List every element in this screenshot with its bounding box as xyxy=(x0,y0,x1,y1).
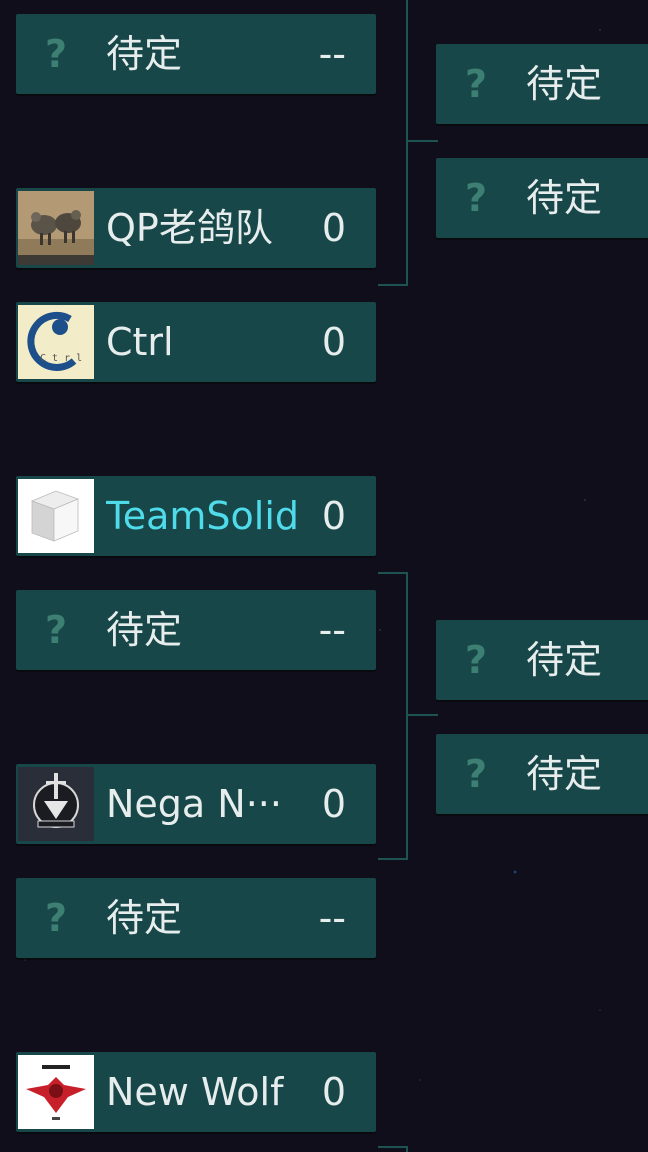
round2-slot-1[interactable]: ? 待定 xyxy=(436,44,648,124)
bracket-connector xyxy=(406,0,408,286)
team-score: 0 xyxy=(321,206,346,250)
team-name: 待定 xyxy=(526,638,603,682)
round2-slot-3[interactable]: ? 待定 xyxy=(436,620,648,700)
team-name: 待定 xyxy=(106,608,183,652)
team-name: Ctrl xyxy=(106,320,174,364)
bracket-connector xyxy=(406,572,408,860)
team-logo-ctrl: C t r l xyxy=(18,305,94,379)
match-slot-qp[interactable]: QP老鸽队 0 xyxy=(16,188,376,268)
match-slot-nega[interactable]: Nega N··· 0 xyxy=(16,764,376,844)
round2-slot-4[interactable]: ? 待定 xyxy=(436,734,648,814)
svg-text:C t r l: C t r l xyxy=(40,353,82,364)
question-icon: ? xyxy=(44,608,68,652)
team-name: Nega N··· xyxy=(106,782,282,826)
team-name: New Wolf xyxy=(106,1070,284,1114)
bracket-connector xyxy=(378,284,408,286)
team-logo-wolf xyxy=(18,1055,94,1129)
team-score: 0 xyxy=(321,320,346,364)
team-name: QP老鸽队 xyxy=(106,206,273,250)
team-score: 0 xyxy=(321,782,346,826)
team-name: 待定 xyxy=(106,32,183,76)
bracket-connector xyxy=(378,858,408,860)
question-icon: ? xyxy=(44,32,68,76)
team-name: 待定 xyxy=(526,176,603,220)
bracket-connector xyxy=(406,1146,408,1152)
bracket-connector xyxy=(406,714,438,716)
bracket-connector xyxy=(378,1146,408,1148)
match-slot-tbd-1[interactable]: ? 待定 -- xyxy=(16,14,376,94)
team-score: -- xyxy=(318,608,346,652)
team-score: -- xyxy=(318,32,346,76)
bracket-connector xyxy=(378,572,408,574)
team-logo-nega xyxy=(18,767,94,841)
round2-slot-2[interactable]: ? 待定 xyxy=(436,158,648,238)
question-icon: ? xyxy=(464,638,488,682)
team-name: 待定 xyxy=(106,896,183,940)
team-name: 待定 xyxy=(526,752,603,796)
team-logo-qp xyxy=(18,191,94,265)
team-score: 0 xyxy=(321,494,346,538)
match-slot-newwolf[interactable]: New Wolf 0 xyxy=(16,1052,376,1132)
question-icon: ? xyxy=(464,176,488,220)
bracket-connector xyxy=(406,140,438,142)
team-name: TeamSolid xyxy=(106,494,300,538)
team-score: 0 xyxy=(321,1070,346,1114)
question-icon: ? xyxy=(464,62,488,106)
match-slot-tbd-3[interactable]: ? 待定 -- xyxy=(16,878,376,958)
match-slot-ctrl[interactable]: C t r l Ctrl 0 xyxy=(16,302,376,382)
team-score: -- xyxy=(318,896,346,940)
question-icon: ? xyxy=(464,752,488,796)
match-slot-tbd-2[interactable]: ? 待定 -- xyxy=(16,590,376,670)
team-name: 待定 xyxy=(526,62,603,106)
team-logo-cube xyxy=(18,479,94,553)
match-slot-teamsolid[interactable]: TeamSolid 0 xyxy=(16,476,376,556)
question-icon: ? xyxy=(44,896,68,940)
